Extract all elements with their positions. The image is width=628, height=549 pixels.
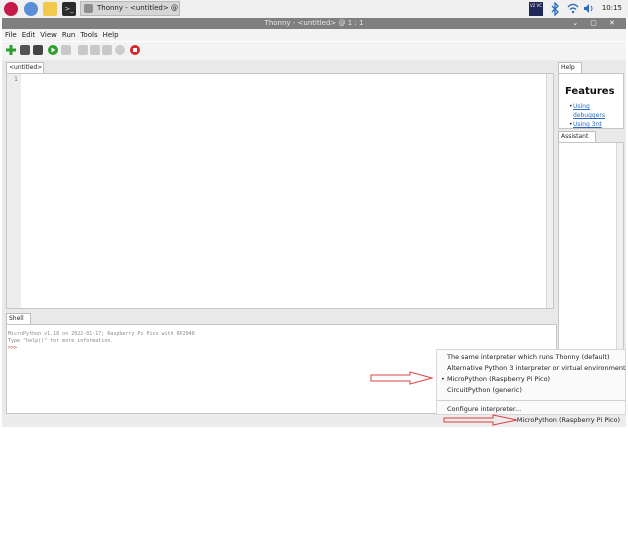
- interpreter-menu: The same interpreter which runs Thonny (…: [436, 349, 626, 415]
- taskbar: >_ Thonny - <untitled> @ ... V2 VC 10:15: [0, 0, 628, 18]
- window-controls[interactable]: ⌄ ▢ ✕: [572, 18, 620, 29]
- clock[interactable]: 10:15: [602, 4, 622, 12]
- statusbar: MicroPython (Raspberry Pi Pico): [2, 414, 626, 427]
- menu-file[interactable]: File: [5, 31, 17, 39]
- volume-icon[interactable]: [583, 3, 595, 16]
- menu-item-same-interpreter[interactable]: The same interpreter which runs Thonny (…: [447, 353, 610, 361]
- step-out-icon[interactable]: [102, 45, 112, 55]
- browser-icon[interactable]: [24, 2, 38, 16]
- step-into-icon[interactable]: [90, 45, 100, 55]
- menu-edit[interactable]: Edit: [22, 31, 36, 39]
- help-bullet: •: [569, 103, 573, 110]
- save-file-icon[interactable]: [33, 45, 43, 55]
- window-title: Thonny - <untitled> @ 1 : 1: [264, 19, 364, 27]
- vnc-badge-text: V2 VC: [529, 3, 543, 8]
- file-manager-icon[interactable]: [43, 2, 57, 16]
- shell-help-line: Type "help()" for more information.: [8, 338, 114, 344]
- tab-untitled[interactable]: <untitled> ×: [6, 62, 44, 81]
- bluetooth-icon[interactable]: [551, 1, 559, 18]
- vnc-icon[interactable]: V2 VC: [529, 2, 543, 16]
- help-link-using[interactable]: Using: [573, 103, 590, 110]
- menu-view[interactable]: View: [40, 31, 57, 39]
- interpreter-selector[interactable]: MicroPython (Raspberry Pi Pico): [517, 414, 620, 427]
- run-icon[interactable]: [48, 45, 58, 55]
- help-link-using-3rd[interactable]: Using 3rd: [573, 121, 602, 128]
- open-file-icon[interactable]: [20, 45, 30, 55]
- shell-tab-label: Shell: [9, 315, 24, 322]
- menubar: File Edit View Run Tools Help: [2, 29, 626, 41]
- menu-item-circuitpython[interactable]: CircuitPython (generic): [447, 386, 522, 394]
- menu-tools[interactable]: Tools: [80, 31, 97, 39]
- tab-shell[interactable]: Shell ×: [6, 313, 31, 332]
- editor-tab-label: <untitled>: [9, 64, 43, 71]
- raspberry-menu-icon[interactable]: [4, 2, 18, 16]
- help-title: Features: [565, 86, 615, 97]
- code-editor[interactable]: 1: [6, 73, 554, 309]
- menu-item-alternative-python[interactable]: Alternative Python 3 interpreter or virt…: [447, 364, 626, 372]
- menu-item-configure-interpreter[interactable]: Configure interpreter...: [447, 405, 521, 413]
- help-panel: Features • Using debuggers • Using 3rd: [558, 73, 624, 129]
- wifi-icon[interactable]: [567, 3, 579, 16]
- annotation-arrow-status: [443, 414, 518, 426]
- menu-help[interactable]: Help: [103, 31, 119, 39]
- terminal-icon[interactable]: >_: [62, 2, 76, 16]
- menu-item-micropython-pico[interactable]: MicroPython (Raspberry Pi Pico): [447, 375, 550, 383]
- debug-icon[interactable]: [61, 45, 71, 55]
- menu-chevron-icon: ›: [623, 364, 625, 370]
- tab-help[interactable]: Help ×: [558, 62, 582, 81]
- toolbar: [2, 42, 626, 60]
- menu-separator: [437, 400, 625, 401]
- line-number-gutter: 1: [7, 74, 21, 308]
- window-button-label: Thonny - <untitled> @ ...: [97, 4, 180, 12]
- help-tab-label: Help: [561, 64, 575, 71]
- line-number: 1: [14, 76, 18, 83]
- menu-run[interactable]: Run: [62, 31, 75, 39]
- editor-scrollbar[interactable]: [546, 74, 553, 308]
- thonny-window-button[interactable]: Thonny - <untitled> @ ...: [80, 1, 180, 16]
- tab-assistant[interactable]: Assistant ×: [558, 131, 596, 150]
- annotation-arrow-menu: [370, 371, 434, 385]
- thonny-icon: [84, 4, 93, 13]
- help-link-debuggers[interactable]: debuggers: [573, 112, 605, 119]
- help-bullet: •: [569, 121, 573, 128]
- window-titlebar[interactable]: Thonny - <untitled> @ 1 : 1 ⌄ ▢ ✕: [2, 18, 626, 29]
- assistant-tab-label: Assistant: [561, 133, 589, 140]
- resume-icon[interactable]: [115, 45, 125, 55]
- step-over-icon[interactable]: [78, 45, 88, 55]
- shell-banner-line: MicroPython v1.18 on 2022-01-17; Raspber…: [8, 331, 195, 337]
- new-file-icon[interactable]: [6, 45, 16, 55]
- stop-icon[interactable]: [130, 45, 140, 55]
- selected-bullet: •: [441, 375, 445, 383]
